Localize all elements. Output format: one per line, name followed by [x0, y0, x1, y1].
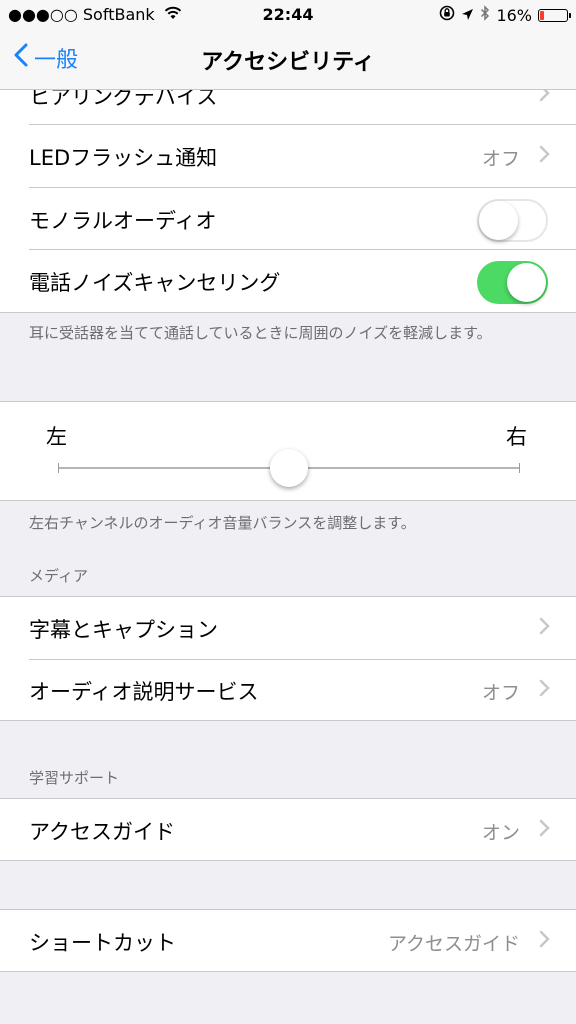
subtitles-row[interactable]: 字幕とキャプション — [0, 597, 576, 659]
navigation-bar: 一般 アクセシビリティ — [0, 30, 576, 90]
audio-description-row[interactable]: オーディオ説明サービス オフ — [0, 659, 576, 721]
slider-min-tick — [58, 463, 59, 473]
subtitles-label: 字幕とキャプション — [29, 618, 218, 642]
shortcut-group: ショートカット アクセスガイド — [0, 909, 576, 972]
toggle-knob — [479, 201, 518, 240]
chevron-right-icon — [539, 145, 550, 167]
status-bar: ●●●○○ SoftBank 22:44 16% — [0, 0, 576, 30]
slider-max-tick — [519, 463, 520, 473]
balance-left-label: 左 — [46, 425, 67, 449]
led-flash-row[interactable]: LEDフラッシュ通知 オフ — [0, 125, 576, 187]
bluetooth-icon — [480, 5, 490, 25]
battery-percent: 16% — [496, 5, 532, 25]
learning-section-header: 学習サポート — [29, 769, 120, 787]
media-group: 字幕とキャプション オーディオ説明サービス オフ — [0, 596, 576, 721]
hearing-group: ヒアリングデバイス LEDフラッシュ通知 オフ モノラルオーディオ 電話ノイズキ… — [0, 62, 576, 313]
shortcut-value: アクセスガイド — [387, 933, 520, 955]
media-section-header: メディア — [29, 567, 88, 585]
audio-description-label: オーディオ説明サービス — [29, 680, 259, 704]
mono-audio-row: モノラルオーディオ — [0, 188, 576, 250]
audio-description-value: オフ — [481, 682, 520, 704]
chevron-right-icon — [539, 679, 550, 701]
chevron-right-icon — [539, 617, 550, 639]
mono-audio-label: モノラルオーディオ — [29, 209, 217, 233]
chevron-right-icon — [539, 930, 550, 952]
noise-cancel-footer: 耳に受話器を当てて通話しているときに周囲のノイズを軽減します。 — [29, 324, 492, 342]
battery-icon — [538, 8, 571, 22]
led-flash-label: LEDフラッシュ通知 — [29, 146, 218, 170]
shortcut-label: ショートカット — [29, 931, 176, 955]
location-icon — [461, 6, 474, 25]
balance-slider-knob[interactable] — [270, 449, 308, 487]
guided-access-value: オン — [481, 822, 520, 844]
shortcut-row[interactable]: ショートカット アクセスガイド — [0, 910, 576, 972]
rotation-lock-icon — [439, 5, 455, 25]
noise-cancel-label: 電話ノイズキャンセリング — [29, 271, 281, 295]
status-right: 16% — [439, 5, 571, 25]
guided-access-label: アクセスガイド — [29, 820, 175, 844]
led-flash-value: オフ — [481, 148, 520, 170]
noise-cancel-toggle[interactable] — [477, 261, 548, 304]
balance-footer: 左右チャンネルのオーディオ音量バランスを調整します。 — [29, 514, 416, 532]
page-title: アクセシビリティ — [201, 50, 375, 75]
guided-access-row[interactable]: アクセスガイド オン — [0, 799, 576, 861]
mono-audio-toggle[interactable] — [477, 199, 548, 242]
learning-group: アクセスガイド オン — [0, 798, 576, 861]
balance-right-label: 右 — [506, 425, 527, 449]
battery-level — [540, 10, 544, 20]
toggle-knob — [507, 263, 546, 302]
noise-cancel-row: 電話ノイズキャンセリング — [0, 250, 576, 312]
chevron-right-icon — [539, 819, 550, 841]
